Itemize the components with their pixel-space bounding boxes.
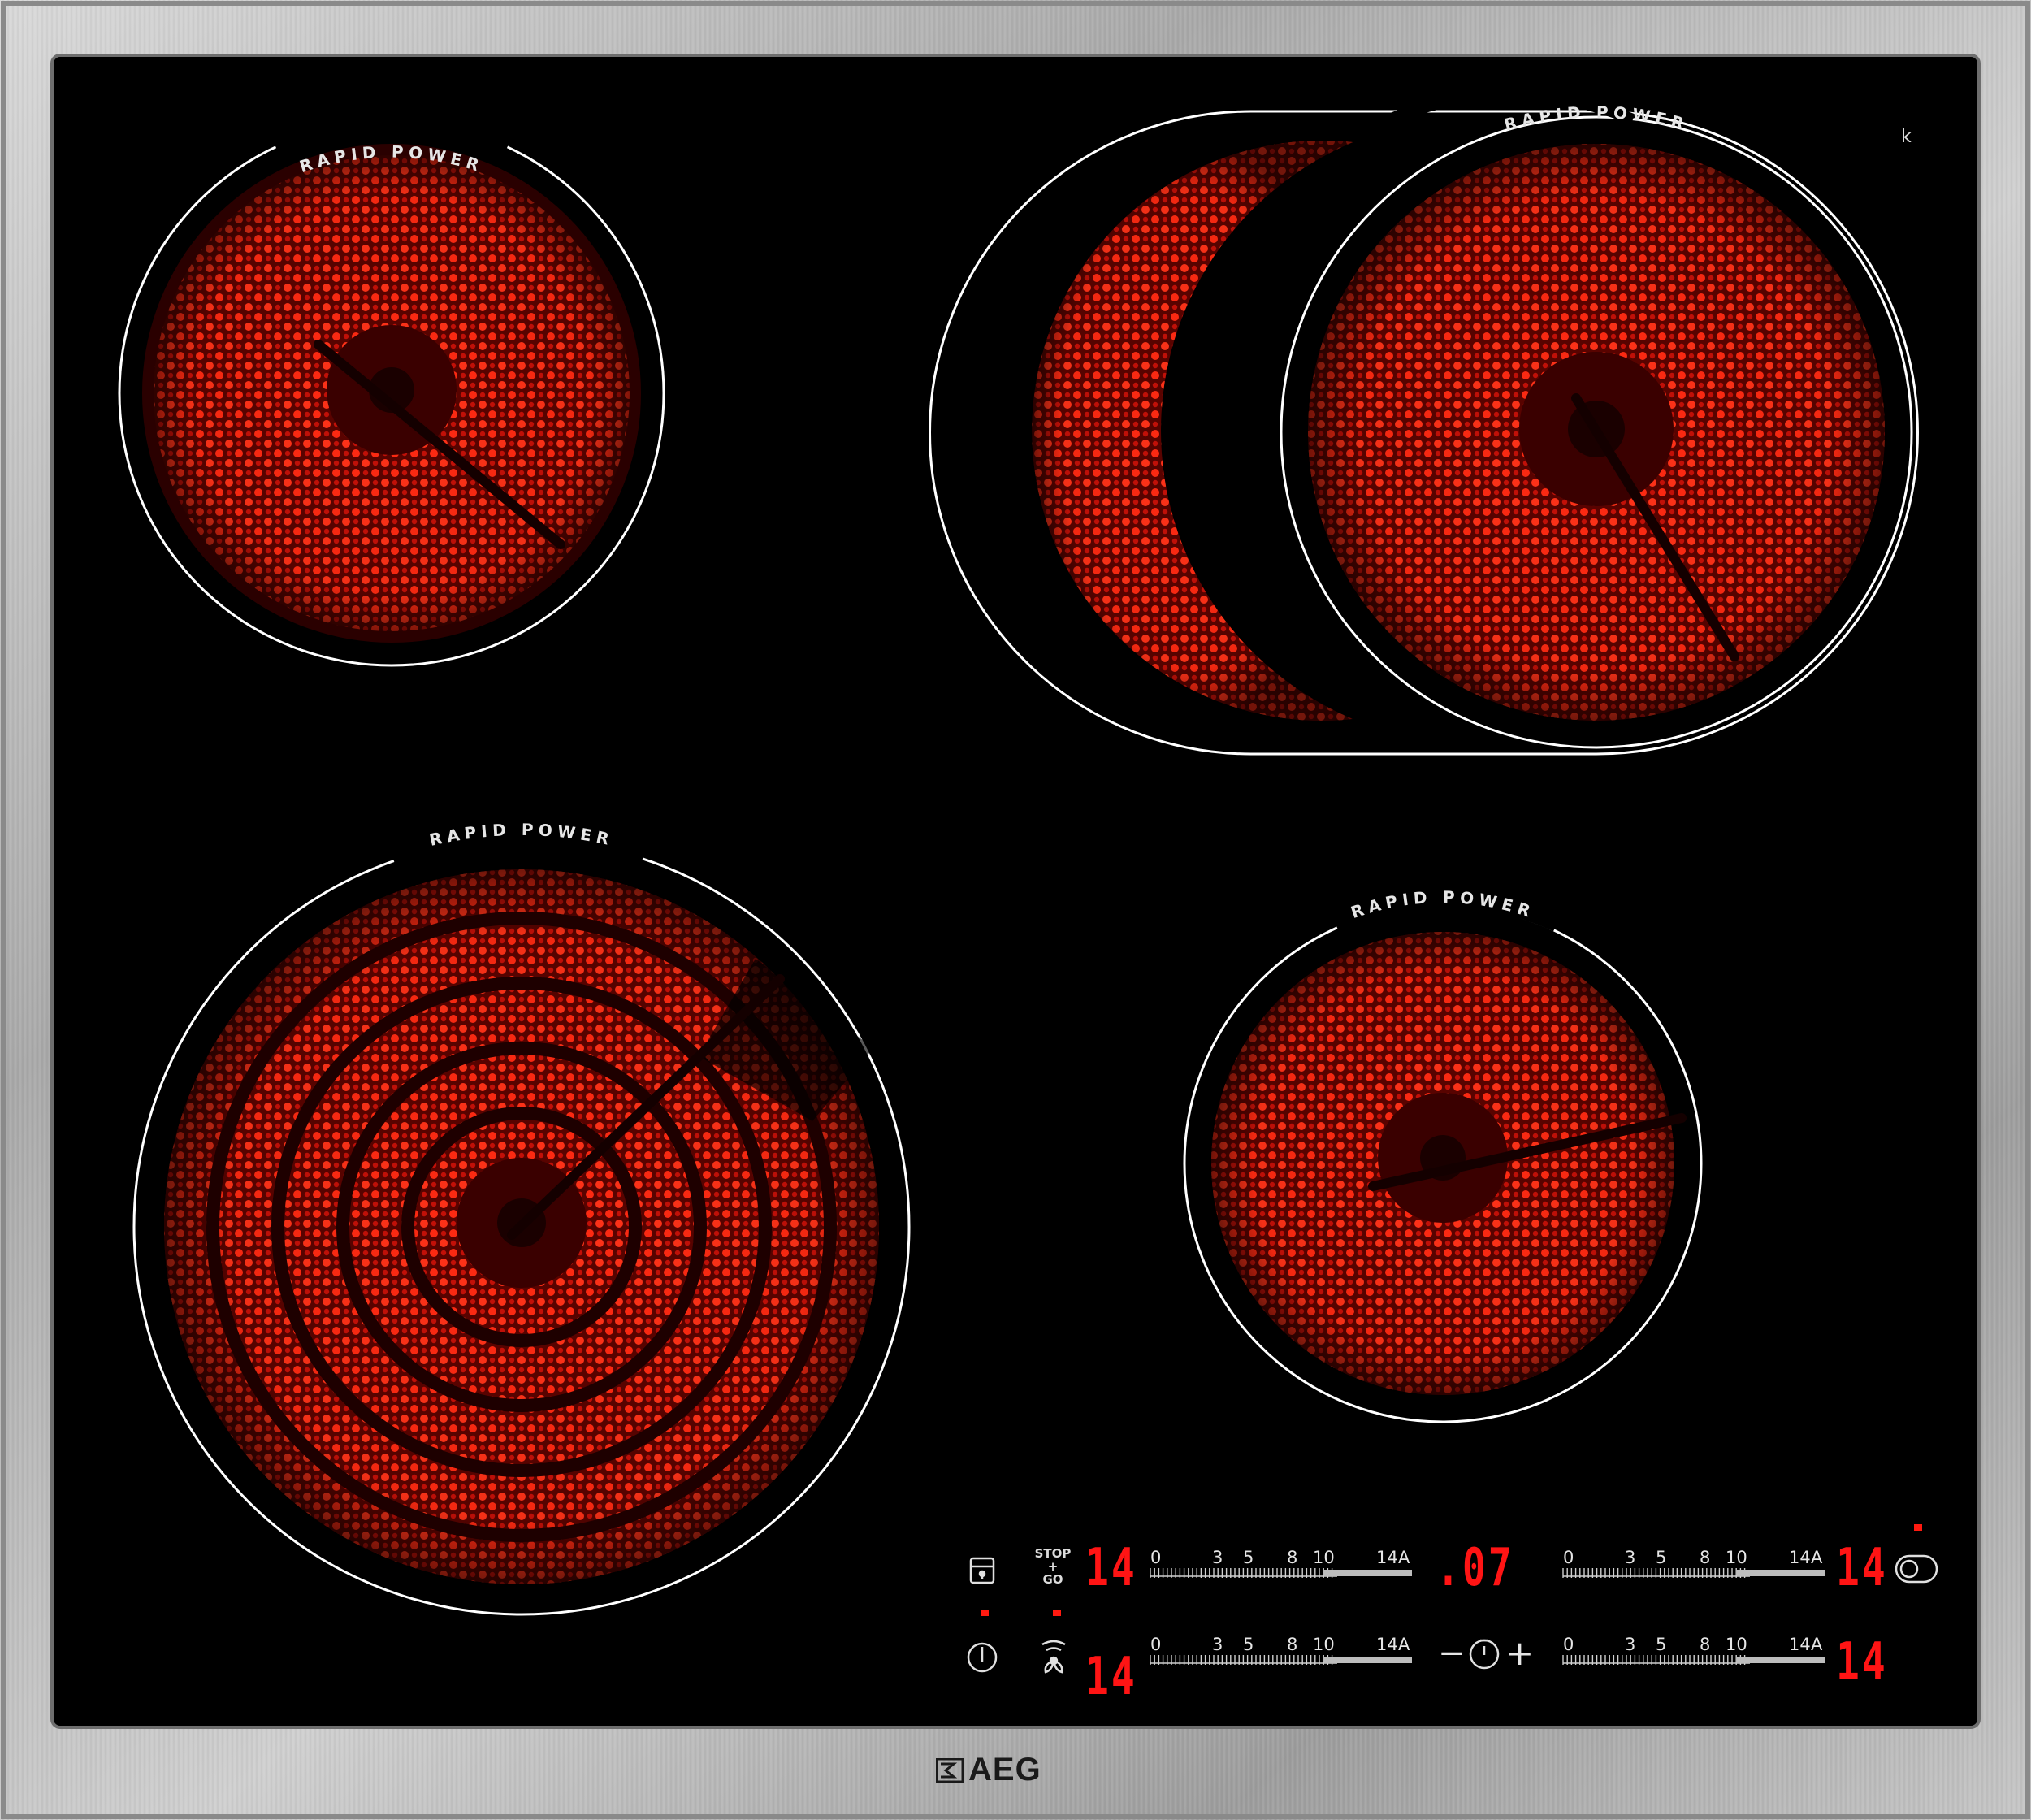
- scale-0: 0: [1150, 1635, 1162, 1654]
- scale-14: 14: [1376, 1635, 1398, 1654]
- scale-3: 3: [1625, 1548, 1636, 1567]
- stop-go-button[interactable]: STOP + GO: [1030, 1547, 1076, 1586]
- scale-10: 10: [1726, 1548, 1747, 1567]
- scale-14: 14: [1376, 1548, 1398, 1567]
- stop-go-line1: STOP: [1034, 1546, 1072, 1561]
- scale-8: 8: [1700, 1548, 1711, 1567]
- scale-a: A: [1398, 1548, 1410, 1567]
- display-timer: .07: [1436, 1538, 1514, 1598]
- timer-minus-button[interactable]: −: [1438, 1635, 1466, 1672]
- scale-0: 0: [1563, 1635, 1574, 1654]
- scale-5: 5: [1656, 1635, 1667, 1654]
- zone-labels: RAPID POWER RAPID POWER RAPID POWER RAPI…: [297, 102, 1691, 922]
- slider-scale-bottom-right[interactable]: 0 3 5 8 10 14 A: [1563, 1635, 1823, 1656]
- brand-name: AEG: [968, 1752, 1041, 1788]
- scale-5: 5: [1243, 1548, 1254, 1567]
- svg-text:RAPID POWER: RAPID POWER: [427, 820, 615, 850]
- electrolux-logo-icon: [936, 1757, 964, 1783]
- scale-3: 3: [1212, 1635, 1223, 1654]
- slider-scale-bottom-left[interactable]: 0 3 5 8 10 14 A: [1150, 1635, 1410, 1656]
- stop-go-line2: +: [1047, 1559, 1059, 1574]
- scale-14: 14: [1789, 1548, 1811, 1567]
- scale-a: A: [1811, 1548, 1823, 1567]
- zone-label-front-left: RAPID POWER: [427, 820, 610, 850]
- scale-14: 14: [1789, 1635, 1811, 1654]
- scale-3: 3: [1212, 1548, 1223, 1567]
- slider-scale-top-right[interactable]: 0 3 5 8 10 14 A: [1563, 1548, 1823, 1569]
- slider-scale-top-left[interactable]: 0 3 5 8 10 14 A: [1150, 1548, 1410, 1569]
- display-top-right: 14: [1836, 1538, 1888, 1598]
- zone-label-rear-left: RAPID POWER: [297, 142, 482, 177]
- scale-a: A: [1811, 1635, 1823, 1654]
- scale-a: A: [1398, 1635, 1410, 1654]
- scale-8: 8: [1700, 1635, 1711, 1654]
- scale-3: 3: [1625, 1635, 1636, 1654]
- display-top-left: 14: [1085, 1538, 1137, 1598]
- scale-8: 8: [1287, 1548, 1298, 1567]
- scale-10: 10: [1313, 1548, 1335, 1567]
- timer-plus-button[interactable]: +: [1505, 1633, 1534, 1673]
- scale-5: 5: [1656, 1548, 1667, 1567]
- scale-10: 10: [1313, 1635, 1335, 1654]
- scale-5: 5: [1243, 1635, 1254, 1654]
- zone-label-front-right: RAPID POWER: [1349, 887, 1533, 922]
- brand-logo: AEG: [936, 1752, 1041, 1788]
- scale-8: 8: [1287, 1635, 1298, 1654]
- display-bottom-right: 14: [1836, 1632, 1888, 1692]
- scale-10: 10: [1726, 1635, 1747, 1654]
- svg-text:RAPID POWER: RAPID POWER: [1349, 887, 1538, 922]
- svg-text:RAPID POWER: RAPID POWER: [1502, 102, 1691, 135]
- svg-text:RAPID POWER: RAPID POWER: [297, 142, 487, 177]
- zone-label-rear-right: RAPID POWER: [1502, 102, 1686, 135]
- display-bottom-left: 14: [1085, 1647, 1137, 1707]
- stop-go-line3: GO: [1042, 1572, 1063, 1587]
- rating-badge: k: [1901, 127, 1912, 147]
- scale-0: 0: [1150, 1548, 1162, 1567]
- scale-0: 0: [1563, 1548, 1574, 1567]
